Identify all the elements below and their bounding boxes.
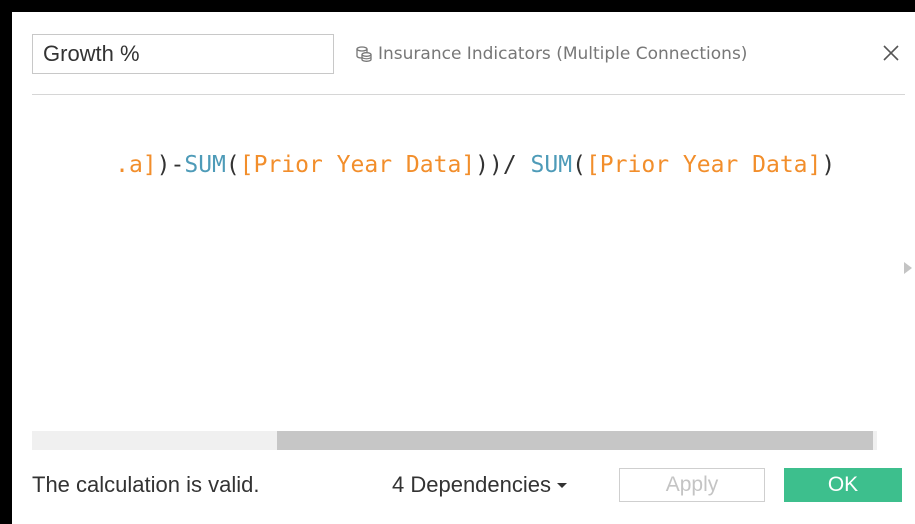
calculation-name-input[interactable] xyxy=(32,34,334,74)
dependencies-dropdown[interactable]: 4 Dependencies xyxy=(392,470,568,500)
scrollbar-thumb[interactable] xyxy=(277,431,873,450)
formula-token-operator: ) xyxy=(821,152,836,178)
datasource-connections-icon xyxy=(355,45,373,63)
formula-token-operator: )- xyxy=(156,152,185,178)
formula-text: .a])-SUM([Prior Year Data]))/ SUM([Prior… xyxy=(32,114,835,178)
close-icon[interactable] xyxy=(878,40,904,66)
validation-status: The calculation is valid. xyxy=(32,472,260,497)
expand-panel-arrow-icon[interactable] xyxy=(904,262,912,274)
formula-editor[interactable]: .a])-SUM([Prior Year Data]))/ SUM([Prior… xyxy=(12,95,896,429)
formula-token-operator: ))/ xyxy=(475,152,531,178)
calculation-dialog: Insurance Indicators (Multiple Connectio… xyxy=(12,12,915,524)
ok-button[interactable]: OK xyxy=(784,468,902,502)
formula-token-operator: ( xyxy=(225,152,240,178)
formula-token-operator: ( xyxy=(572,152,586,178)
datasource-label: Insurance Indicators (Multiple Connectio… xyxy=(355,42,747,66)
formula-token-function: SUM xyxy=(530,152,573,178)
dependencies-label: 4 Dependencies xyxy=(392,472,552,497)
formula-token-function: SUM xyxy=(184,152,226,178)
caret-down-icon xyxy=(557,482,568,488)
apply-button[interactable]: Apply xyxy=(619,468,765,502)
horizontal-scrollbar[interactable] xyxy=(32,431,877,450)
datasource-name: Insurance Indicators (Multiple Connectio… xyxy=(378,44,748,64)
formula-token-field: [Prior Year Data] xyxy=(239,152,476,178)
formula-token-field: .a] xyxy=(115,152,157,178)
formula-token-field: [Prior Year Data] xyxy=(585,152,822,178)
